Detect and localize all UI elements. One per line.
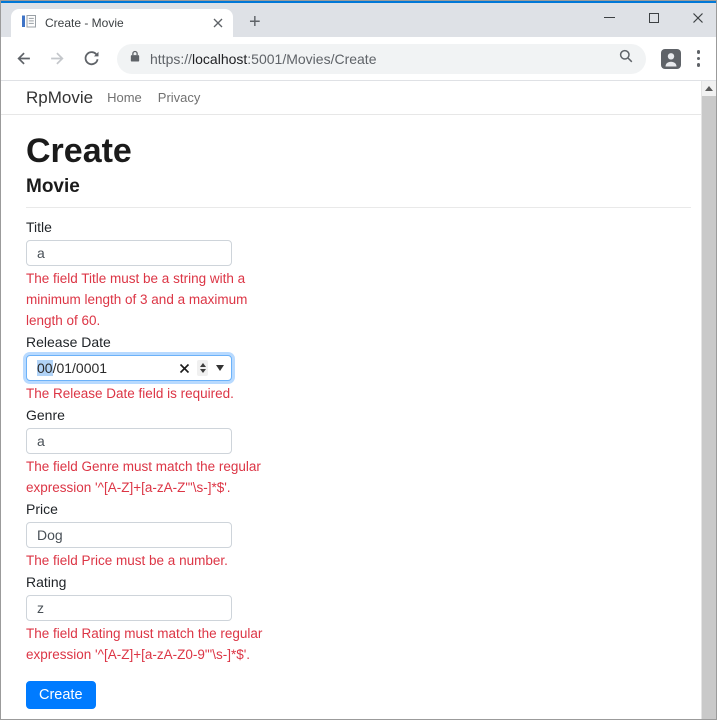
- price-input[interactable]: [26, 522, 232, 548]
- favicon-icon: [21, 13, 37, 34]
- create-movie-form-page: Create Movie Title The field Title must …: [1, 115, 716, 719]
- page-subtitle: Movie: [26, 176, 80, 197]
- address-bar[interactable]: https://localhost:5001/Movies/Create: [117, 43, 646, 74]
- nav-link-home[interactable]: Home: [107, 90, 142, 105]
- reload-icon[interactable]: [83, 50, 100, 67]
- new-tab-icon[interactable]: +: [249, 12, 261, 32]
- browser-window: Create - Movie + https://localhost:5001/…: [0, 0, 717, 720]
- scrollbar-up-icon[interactable]: [702, 81, 716, 96]
- zoom-icon[interactable]: [618, 48, 634, 69]
- title-input[interactable]: [26, 240, 232, 266]
- window-minimize-icon[interactable]: [603, 11, 616, 24]
- window-close-icon[interactable]: [691, 11, 704, 24]
- rating-input[interactable]: [26, 595, 232, 621]
- divider: [26, 207, 691, 208]
- genre-label: Genre: [26, 407, 65, 423]
- menu-icon[interactable]: [691, 48, 707, 69]
- release-date-input[interactable]: 00/01/0001: [26, 355, 232, 381]
- back-to-list-link[interactable]: Back to List: [26, 718, 101, 719]
- genre-field-group: Genre The field Genre must match the reg…: [26, 407, 266, 498]
- date-clear-icon[interactable]: [179, 363, 190, 374]
- create-button[interactable]: Create: [26, 681, 96, 709]
- rating-label: Rating: [26, 574, 67, 590]
- forward-icon[interactable]: [49, 50, 66, 67]
- price-field-group: Price The field Price must be a number.: [26, 501, 266, 571]
- page-content: RpMovie Home Privacy Create Movie Title …: [1, 81, 716, 719]
- release-date-validation-error: The Release Date field is required.: [26, 386, 234, 401]
- rating-field-group: Rating The field Rating must match the r…: [26, 574, 266, 665]
- rating-validation-error: The field Rating must match the regular …: [26, 626, 263, 662]
- genre-validation-error: The field Genre must match the regular e…: [26, 459, 261, 495]
- scrollbar-thumb[interactable]: [702, 96, 716, 719]
- price-label: Price: [26, 501, 58, 517]
- date-dropdown-icon[interactable]: [216, 365, 224, 371]
- page-scrollbar[interactable]: [701, 81, 716, 719]
- release-date-field-group: Release Date 00/01/0001 The Release Date…: [26, 334, 266, 404]
- navbar-brand[interactable]: RpMovie: [26, 88, 93, 108]
- title-validation-error: The field Title must be a string with a …: [26, 271, 248, 328]
- release-date-label: Release Date: [26, 334, 111, 350]
- lock-icon[interactable]: [129, 49, 141, 68]
- page-title: Create: [26, 132, 132, 170]
- browser-tab[interactable]: Create - Movie: [11, 9, 233, 37]
- url-text: https://localhost:5001/Movies/Create: [150, 50, 377, 67]
- title-label: Title: [26, 219, 52, 235]
- tab-title: Create - Movie: [45, 16, 124, 30]
- genre-input[interactable]: [26, 428, 232, 454]
- window-maximize-icon[interactable]: [647, 11, 660, 24]
- site-navbar: RpMovie Home Privacy: [1, 81, 716, 115]
- window-controls: [603, 11, 704, 24]
- tab-strip: Create - Movie +: [1, 3, 716, 37]
- tab-close-icon[interactable]: [211, 16, 225, 31]
- price-validation-error: The field Price must be a number.: [26, 553, 228, 568]
- release-date-value: 00/01/0001: [37, 360, 108, 376]
- title-field-group: Title The field Title must be a string w…: [26, 219, 266, 331]
- profile-icon[interactable]: [660, 48, 682, 70]
- back-icon[interactable]: [15, 50, 32, 67]
- browser-toolbar: https://localhost:5001/Movies/Create: [1, 37, 716, 81]
- date-stepper[interactable]: [197, 359, 208, 377]
- stepper-up-icon[interactable]: [199, 362, 206, 367]
- stepper-down-icon[interactable]: [199, 369, 206, 374]
- nav-link-privacy[interactable]: Privacy: [158, 90, 201, 105]
